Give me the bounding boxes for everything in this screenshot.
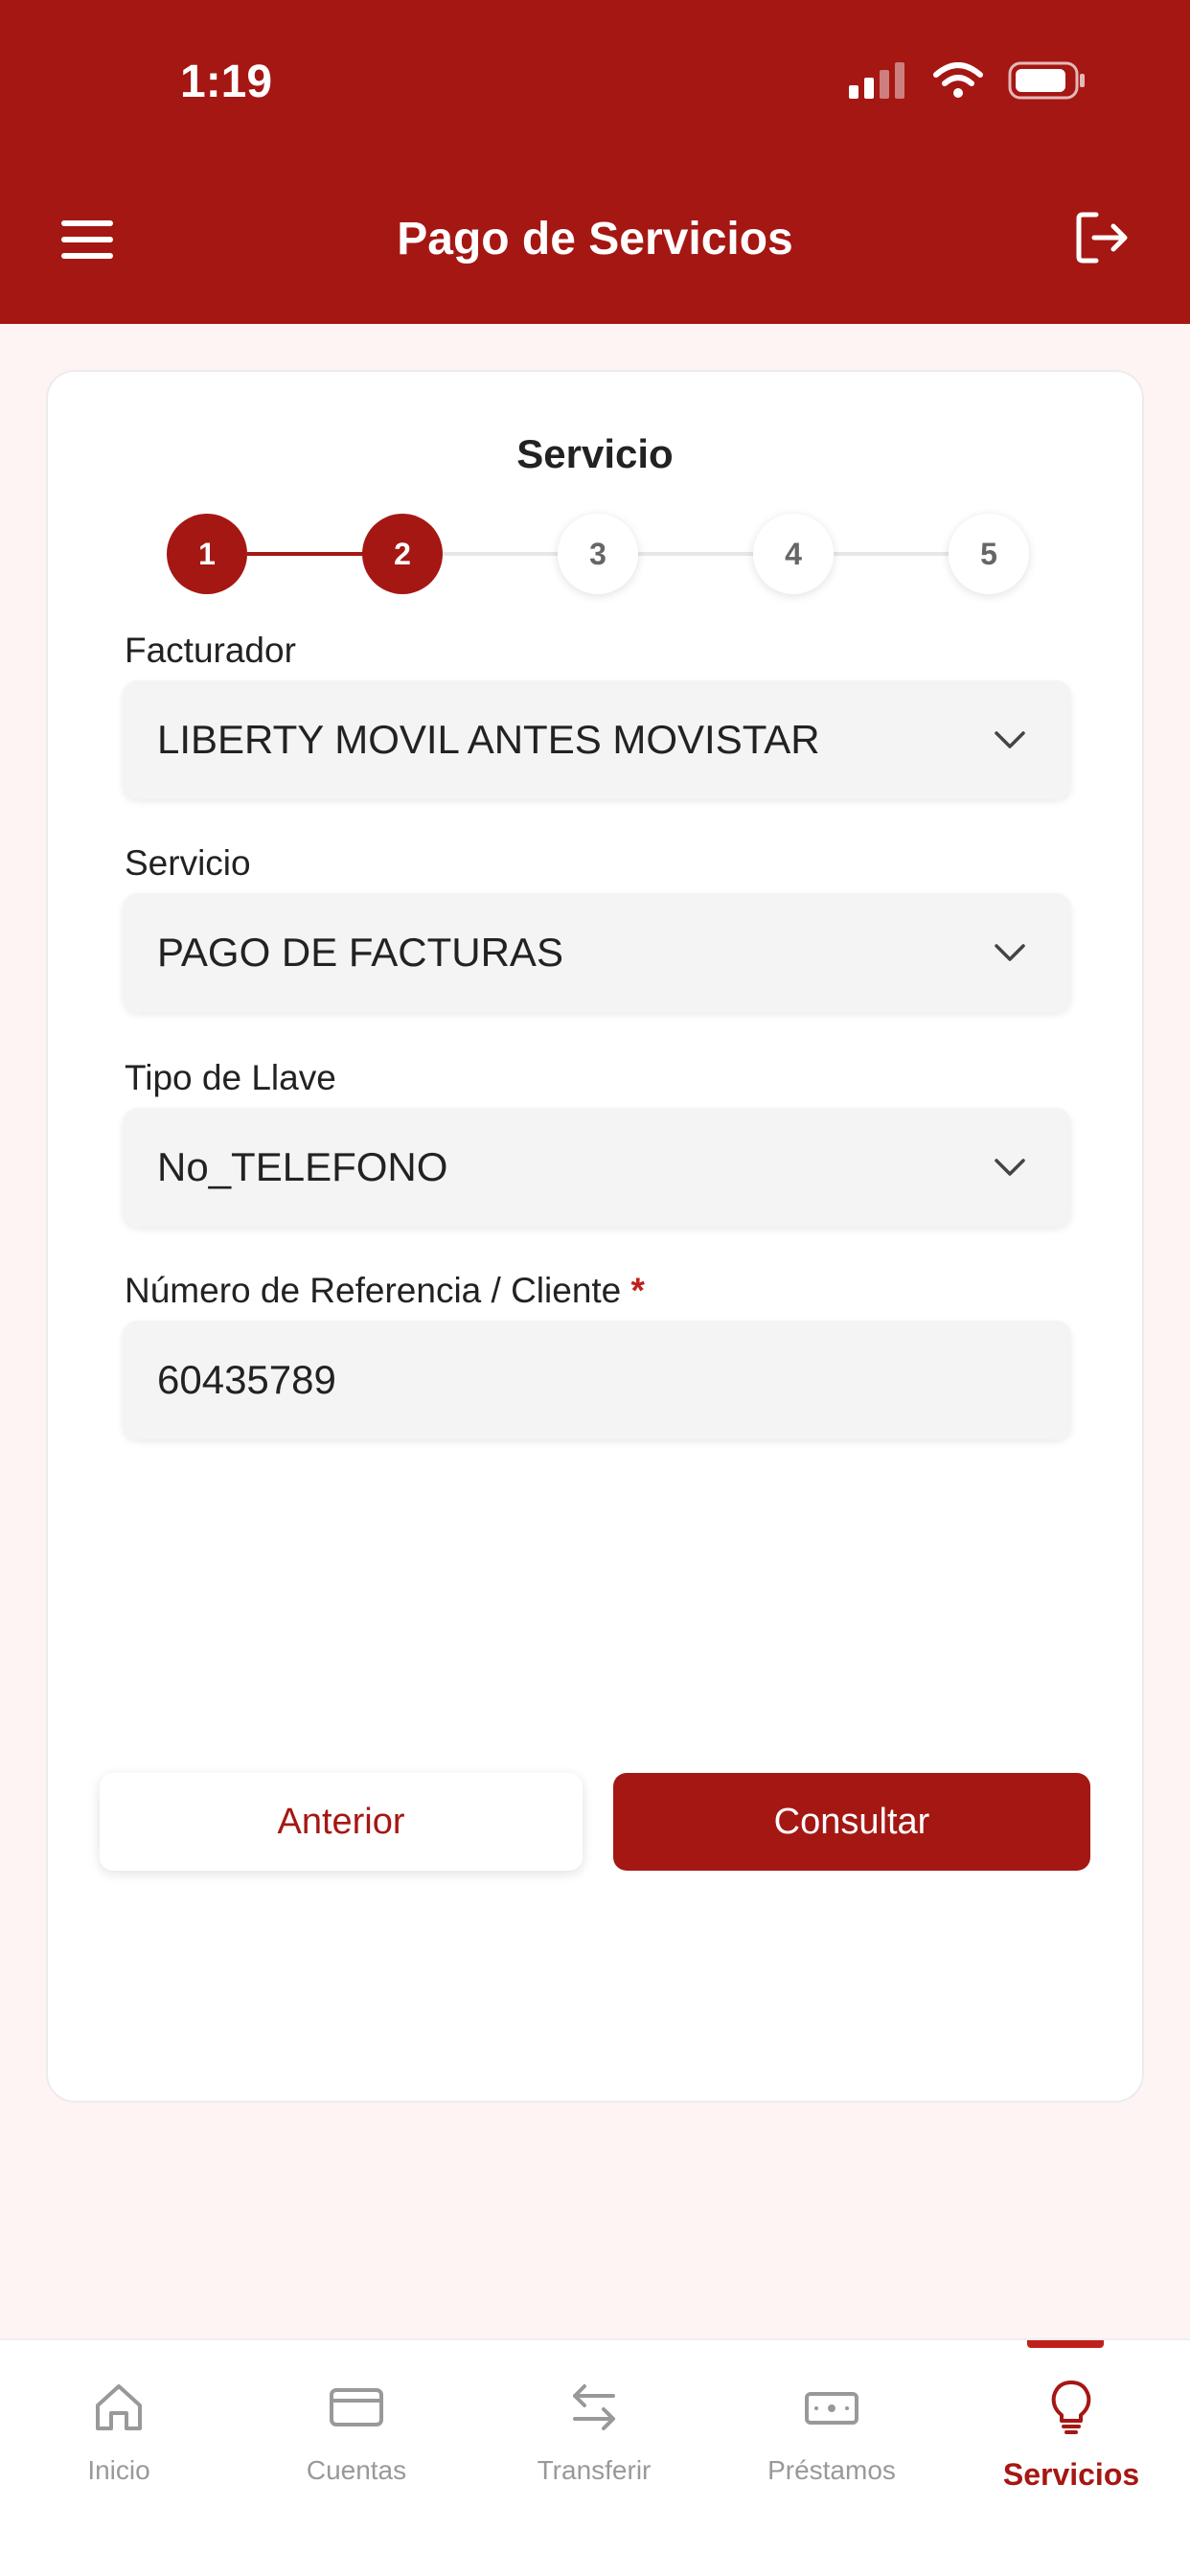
status-icons: [849, 61, 1087, 100]
facturador-label: Facturador: [125, 631, 296, 670]
step-2: 2: [362, 514, 443, 594]
tab-cuentas[interactable]: Cuentas: [238, 2340, 475, 2532]
tipo-llave-label: Tipo de Llave: [125, 1058, 336, 1097]
tipo-llave-value: No_TELEFONO: [157, 1144, 448, 1189]
tab-prestamos[interactable]: Préstamos: [713, 2340, 950, 2532]
logout-icon[interactable]: [1071, 207, 1133, 268]
card-icon: [330, 2388, 383, 2426]
consultar-button[interactable]: Consultar: [613, 1773, 1090, 1871]
chevron-down-icon: [995, 1159, 1025, 1176]
tab-servicios[interactable]: Servicios: [952, 2340, 1190, 2532]
active-tab-indicator: [1027, 2340, 1104, 2348]
wifi-icon: [933, 62, 983, 98]
referencia-label: Número de Referencia / Cliente *: [125, 1271, 645, 1311]
nav-bar: Pago de Servicios: [0, 201, 1190, 278]
tab-transferir[interactable]: Transferir: [475, 2340, 713, 2532]
step-5: 5: [949, 514, 1029, 594]
battery-icon: [1008, 61, 1085, 100]
referencia-label-text: Número de Referencia / Cliente: [125, 1271, 622, 1310]
tab-label: Inicio: [87, 2455, 150, 2485]
status-time: 1:19: [180, 57, 273, 107]
facturador-value: LIBERTY MOVIL ANTES MOVISTAR: [157, 717, 820, 762]
card-title: Servicio: [516, 431, 674, 476]
step-3: 3: [558, 514, 638, 594]
home-icon: [96, 2384, 142, 2430]
referencia-input[interactable]: 60435789: [123, 1321, 1071, 1439]
tab-inicio[interactable]: Inicio: [0, 2340, 238, 2532]
chevron-down-icon: [995, 944, 1025, 961]
step-4: 4: [753, 514, 834, 594]
step-1: 1: [167, 514, 247, 594]
signal-icon: [849, 62, 904, 99]
facturador-select[interactable]: LIBERTY MOVIL ANTES MOVISTAR: [123, 680, 1071, 799]
required-mark: *: [630, 1271, 645, 1310]
tab-bar: Inicio Cuentas Transferir Préstamos Serv…: [0, 2338, 1190, 2576]
tab-label: Servicios: [1002, 2457, 1140, 2492]
app-header: 1:19 Pago de Servicios: [0, 0, 1190, 324]
tab-label: Préstamos: [767, 2455, 896, 2485]
anterior-button[interactable]: Anterior: [100, 1773, 583, 1871]
page-title: Pago de Servicios: [397, 214, 793, 264]
servicio-select[interactable]: PAGO DE FACTURAS: [123, 893, 1071, 1012]
stepper: 1 2 3 4 5: [48, 514, 1142, 594]
chevron-down-icon: [995, 731, 1025, 748]
lightbulb-icon: [1051, 2380, 1091, 2434]
tipo-llave-select[interactable]: No_TELEFONO: [123, 1108, 1071, 1227]
banknote-icon: [805, 2392, 858, 2425]
servicio-label: Servicio: [125, 843, 251, 883]
servicio-value: PAGO DE FACTURAS: [157, 930, 563, 975]
tab-label: Cuentas: [306, 2455, 407, 2485]
transfer-icon: [573, 2384, 615, 2430]
referencia-value: 60435789: [157, 1357, 336, 1402]
tab-label: Transferir: [537, 2455, 652, 2485]
